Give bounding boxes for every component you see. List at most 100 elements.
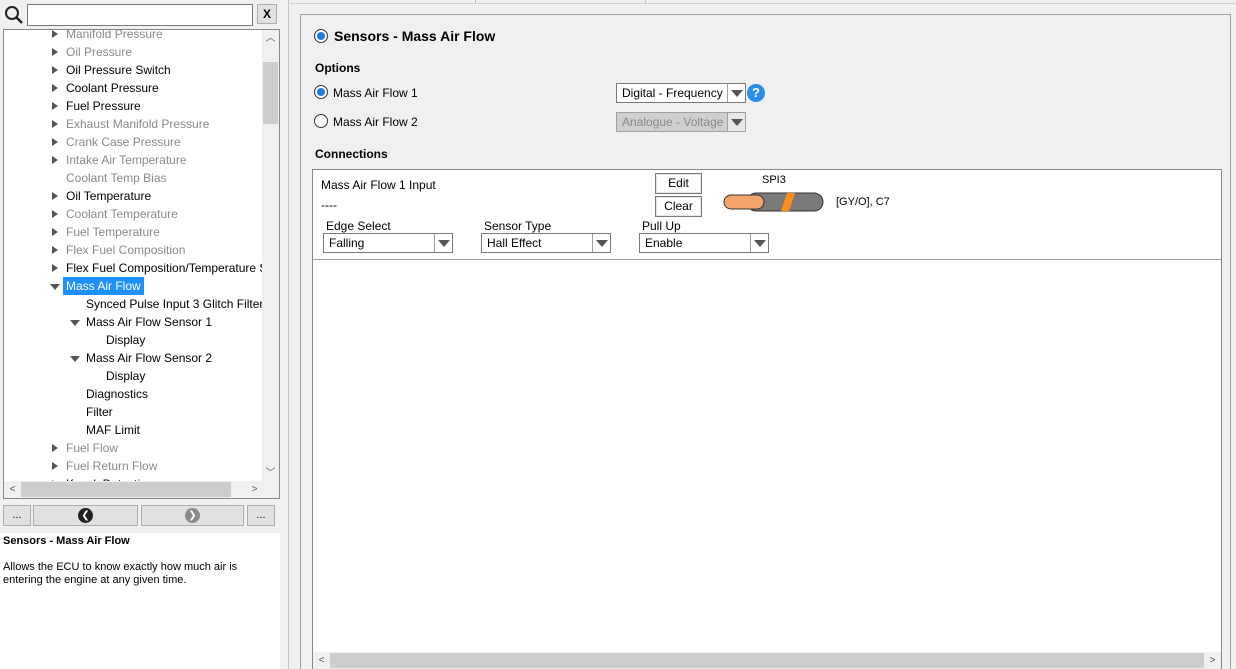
- maf2-radio[interactable]: [314, 114, 328, 128]
- maf2-type-select: Analogue - Voltage: [616, 112, 746, 132]
- tree-item-label: Coolant Pressure: [66, 81, 159, 95]
- maf1-radio[interactable]: [314, 85, 328, 99]
- tree-item[interactable]: Oil Pressure Switch: [4, 61, 263, 79]
- chevron-down-icon[interactable]: [727, 84, 745, 102]
- tree-item-label: Mass Air Flow: [63, 277, 144, 295]
- expand-right-icon[interactable]: [49, 115, 61, 133]
- tree-item[interactable]: Synced Pulse Input 3 Glitch Filter: [4, 295, 263, 313]
- tree-item[interactable]: Flex Fuel Composition/Temperature Sensor: [4, 259, 263, 277]
- tree-item-label: Oil Pressure Switch: [66, 63, 171, 77]
- expand-right-icon[interactable]: [49, 259, 61, 277]
- chevron-down-icon[interactable]: [434, 234, 452, 252]
- clear-button[interactable]: Clear: [655, 196, 702, 217]
- expand-down-icon[interactable]: [69, 349, 81, 367]
- chevron-down-icon[interactable]: [592, 234, 610, 252]
- edge-select-label: Edge Select: [326, 219, 391, 233]
- expand-right-icon[interactable]: [49, 97, 61, 115]
- scroll-left-icon[interactable]: <: [313, 652, 330, 669]
- maf1-label[interactable]: Mass Air Flow 1: [333, 86, 418, 100]
- tree-item-label: Manifold Pressure: [66, 30, 163, 41]
- search-clear-button[interactable]: X: [257, 4, 277, 24]
- expand-down-icon[interactable]: [69, 313, 81, 331]
- search-input[interactable]: [27, 4, 253, 26]
- search-bar: X: [0, 0, 281, 30]
- expand-right-icon[interactable]: [49, 241, 61, 259]
- expand-right-icon[interactable]: [49, 79, 61, 97]
- tree-item-label: Exhaust Manifold Pressure: [66, 117, 210, 131]
- scroll-thumb[interactable]: [330, 653, 1204, 668]
- tree-item[interactable]: Intake Air Temperature: [4, 151, 263, 169]
- expand-right-icon[interactable]: [49, 43, 61, 61]
- tree-item[interactable]: MAF Limit: [4, 421, 263, 439]
- expand-right-icon[interactable]: [49, 61, 61, 79]
- expand-right-icon[interactable]: [49, 133, 61, 151]
- tree-item[interactable]: Coolant Pressure: [4, 79, 263, 97]
- maf1-type-select[interactable]: Digital - Frequency: [616, 83, 746, 103]
- edge-select-dropdown[interactable]: Falling: [323, 233, 453, 253]
- description-title: Sensors - Mass Air Flow: [3, 535, 130, 547]
- tree-item[interactable]: Oil Temperature: [4, 187, 263, 205]
- tree-item[interactable]: Mass Air Flow Sensor 1: [4, 313, 263, 331]
- tree-item-label: Flex Fuel Composition: [66, 243, 186, 257]
- tree-item[interactable]: Mass Air Flow: [4, 277, 263, 295]
- input-label: Mass Air Flow 1 Input: [321, 178, 436, 192]
- back-arrow-icon: ❮: [78, 508, 93, 523]
- expand-right-icon[interactable]: [49, 439, 61, 457]
- tree-item[interactable]: Mass Air Flow Sensor 2: [4, 349, 263, 367]
- tree-item[interactable]: Fuel Temperature: [4, 223, 263, 241]
- scroll-left-icon[interactable]: <: [4, 481, 21, 498]
- tree-item[interactable]: Display: [4, 367, 263, 385]
- connections-horizontal-scrollbar[interactable]: < >: [313, 652, 1221, 669]
- tree-item[interactable]: Fuel Pressure: [4, 97, 263, 115]
- tree-item[interactable]: Flex Fuel Composition: [4, 241, 263, 259]
- tree-item[interactable]: Fuel Flow: [4, 439, 263, 457]
- tree-item-label: Intake Air Temperature: [66, 153, 187, 167]
- forward-button[interactable]: ❯: [141, 505, 244, 526]
- tree-horizontal-scrollbar[interactable]: < >: [4, 481, 263, 498]
- tree-item[interactable]: Diagnostics: [4, 385, 263, 403]
- expand-right-icon[interactable]: [49, 30, 61, 43]
- pull-up-dropdown[interactable]: Enable: [639, 233, 769, 253]
- chevron-down-icon[interactable]: [750, 234, 768, 252]
- tree-item-label: Coolant Temp Bias: [66, 171, 167, 185]
- scroll-up-icon[interactable]: ︿: [262, 30, 279, 47]
- tree-item[interactable]: Manifold Pressure: [4, 30, 263, 43]
- edit-button[interactable]: Edit: [655, 173, 702, 194]
- expand-right-icon[interactable]: [49, 187, 61, 205]
- scroll-down-icon[interactable]: ﹀: [262, 465, 279, 482]
- tree-item[interactable]: Display: [4, 331, 263, 349]
- tree-item[interactable]: Coolant Temperature: [4, 205, 263, 223]
- sensor-type-dropdown[interactable]: Hall Effect: [481, 233, 611, 253]
- scroll-right-icon[interactable]: >: [1204, 652, 1221, 669]
- section-enabled-radio[interactable]: [314, 29, 328, 43]
- connections-header: Connections: [315, 147, 388, 161]
- expand-down-icon[interactable]: [49, 277, 61, 295]
- scroll-thumb[interactable]: [263, 62, 278, 124]
- tree-vertical-scrollbar[interactable]: ︿ ﹀: [262, 30, 279, 482]
- expand-right-icon[interactable]: [49, 223, 61, 241]
- back-button[interactable]: ❮: [33, 505, 138, 526]
- tree-item[interactable]: Filter: [4, 403, 263, 421]
- sensor-type-value: Hall Effect: [487, 236, 542, 250]
- tree-item[interactable]: Exhaust Manifold Pressure: [4, 115, 263, 133]
- chevron-down-icon: [727, 113, 745, 131]
- maf2-label[interactable]: Mass Air Flow 2: [333, 115, 418, 129]
- expand-right-icon[interactable]: [49, 151, 61, 169]
- maf2-type-value: Analogue - Voltage: [622, 115, 724, 129]
- scroll-right-icon[interactable]: >: [246, 481, 263, 498]
- tree-item[interactable]: Crank Case Pressure: [4, 133, 263, 151]
- help-icon[interactable]: ?: [747, 84, 765, 102]
- search-icon[interactable]: [4, 5, 24, 25]
- forward-arrow-icon: ❯: [185, 508, 200, 523]
- tree-item[interactable]: Fuel Return Flow: [4, 457, 263, 475]
- tree-item[interactable]: Oil Pressure: [4, 43, 263, 61]
- pin-label: SPI3: [762, 174, 786, 186]
- expand-right-icon[interactable]: [49, 457, 61, 475]
- wire-label: [GY/O], C7: [836, 196, 890, 208]
- pane-splitter[interactable]: [281, 0, 289, 669]
- more-left-button[interactable]: ...: [3, 505, 31, 526]
- more-right-button[interactable]: ...: [247, 505, 275, 526]
- expand-right-icon[interactable]: [49, 205, 61, 223]
- tree-item[interactable]: Coolant Temp Bias: [4, 169, 263, 187]
- scroll-thumb[interactable]: [21, 482, 231, 497]
